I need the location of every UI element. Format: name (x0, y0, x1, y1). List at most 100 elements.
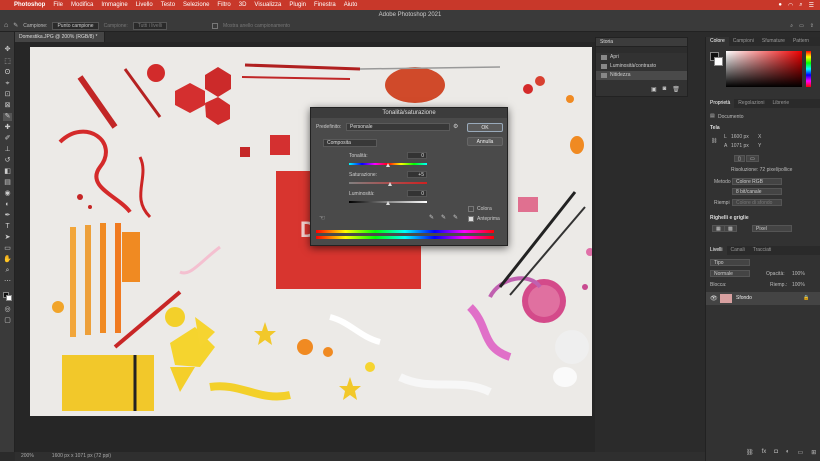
share-icon[interactable]: ⇪ (810, 23, 814, 29)
type-tool-icon[interactable]: T (3, 223, 12, 231)
tab-canali[interactable]: Canali (727, 246, 749, 255)
landscape-button[interactable]: ▭ (746, 155, 759, 162)
workspace-icon[interactable]: ▭ (799, 23, 804, 29)
menu-file[interactable]: File (53, 2, 63, 8)
snapshot-icon[interactable]: ◙ (663, 86, 667, 93)
trash-icon[interactable]: 🗑 (672, 86, 680, 93)
quick-mask-icon[interactable]: ◎ (3, 306, 12, 314)
width-value[interactable]: 1600 px (731, 134, 749, 140)
tab-regolazioni[interactable]: Regolazioni (734, 99, 768, 108)
shape-tool-icon[interactable]: ▭ (3, 245, 12, 253)
menu-selezione[interactable]: Selezione (183, 2, 209, 8)
opacity-value[interactable]: 100% (792, 271, 805, 277)
hue-slider-knob[interactable] (386, 163, 390, 167)
tab-tracciati[interactable]: Tracciati (749, 246, 776, 255)
menu-visualizza[interactable]: Visualizza (254, 2, 281, 8)
hand-tool-icon[interactable]: ✋ (3, 256, 12, 264)
document-tab[interactable]: Domestika.JPG @ 200% (RGB/8) * (15, 32, 105, 42)
eyedropper-tool-icon[interactable]: ✎ (13, 22, 18, 29)
menu-app[interactable]: Photoshop (14, 2, 45, 8)
ok-button[interactable]: OK (467, 123, 503, 132)
background-swatch[interactable] (714, 57, 723, 66)
sample-size-select[interactable]: Punto campione (52, 21, 99, 30)
blend-mode-select[interactable]: Normale (710, 270, 750, 277)
saturation-value-field[interactable]: +5 (407, 171, 427, 178)
screen-mode-icon[interactable]: ▢ (3, 317, 12, 325)
pen-tool-icon[interactable]: ✒ (3, 212, 12, 220)
layer-filter-select[interactable]: Tipo (710, 259, 750, 266)
creative-cloud-icon[interactable]: ● (778, 2, 782, 9)
fx-icon[interactable]: fx (762, 449, 767, 456)
menu-modifica[interactable]: Modifica (71, 2, 93, 8)
zoom-level[interactable]: 200% (21, 452, 34, 461)
path-select-icon[interactable]: ➤ (3, 234, 12, 242)
more-tools-icon[interactable]: ⋯ (3, 278, 12, 286)
color-field[interactable] (726, 51, 802, 87)
eraser-tool-icon[interactable]: ◧ (3, 168, 12, 176)
menu-livello[interactable]: Livello (136, 2, 153, 8)
lasso-tool-icon[interactable]: ʘ (3, 69, 12, 77)
group-icon[interactable]: ▭ (798, 449, 804, 456)
menu-immagine[interactable]: Immagine (101, 2, 127, 8)
tab-campioni[interactable]: Campioni (729, 37, 758, 46)
link-layers-icon[interactable]: ⛓ (746, 449, 754, 456)
wifi-icon[interactable]: ◠ (788, 2, 793, 9)
crop-tool-icon[interactable]: ⊡ (3, 91, 12, 99)
units-select[interactable]: Pixel (752, 225, 792, 232)
eyedropper-plus-icon[interactable]: ✎ (441, 214, 446, 221)
control-center-icon[interactable]: ☰ (809, 2, 814, 9)
hue-strip[interactable] (806, 51, 811, 87)
link-dimensions-icon[interactable]: ⛓ (711, 138, 717, 144)
tab-sfumature[interactable]: Sfumature (758, 37, 789, 46)
menu-finestra[interactable]: Finestra (314, 2, 336, 8)
channel-select[interactable]: Composita (323, 139, 377, 147)
colorize-checkbox[interactable] (468, 206, 474, 212)
frame-tool-icon[interactable]: ⊠ (3, 102, 12, 110)
bit-depth-select[interactable]: 8 bit/canale (732, 188, 782, 195)
gradient-tool-icon[interactable]: ▤ (3, 179, 12, 187)
history-item[interactable]: Nitidezza (596, 71, 687, 80)
hand-adjust-icon[interactable]: ☜ (319, 214, 325, 222)
new-document-icon[interactable]: ▣ (651, 86, 657, 93)
tab-colore[interactable]: Colore (706, 37, 729, 46)
move-tool-icon[interactable]: ✥ (3, 46, 12, 54)
history-tab[interactable]: Storia (596, 38, 687, 47)
tab-livelli[interactable]: Livelli (706, 246, 727, 255)
layer-row[interactable]: 👁 Sfondo 🔒 (706, 292, 820, 305)
adjustment-icon[interactable]: ◐ (786, 449, 790, 456)
history-item[interactable]: Luminosità/contrasto (596, 62, 687, 71)
healing-tool-icon[interactable]: ✚ (3, 124, 12, 132)
lightness-value-field[interactable]: 0 (407, 190, 427, 197)
mode-select[interactable]: Colore RGB (732, 178, 782, 185)
menu-testo[interactable]: Testo (161, 2, 175, 8)
search-icon[interactable]: ⌕ (790, 23, 793, 29)
tab-pattern[interactable]: Pattern (789, 37, 813, 46)
fill-select[interactable]: Colore di sfondo (732, 199, 782, 206)
fill-opacity-value[interactable]: 100% (792, 282, 805, 288)
grid-icon[interactable]: ▩ (724, 225, 737, 232)
show-ring-checkbox[interactable] (212, 22, 219, 29)
cancel-button[interactable]: Annulla (467, 137, 503, 146)
visibility-eye-icon[interactable]: 👁 (710, 295, 718, 302)
preset-select[interactable]: Personale (346, 123, 450, 131)
ruler-icon[interactable]: ▦ (712, 225, 725, 232)
tab-librerie[interactable]: Librerie (768, 99, 793, 108)
zoom-tool-icon[interactable]: ⌕ (3, 267, 12, 275)
brush-tool-icon[interactable]: ✐ (3, 135, 12, 143)
lightness-slider-knob[interactable] (386, 201, 390, 205)
stamp-tool-icon[interactable]: ⊥ (3, 146, 12, 154)
eyedropper-icon[interactable]: ✎ (429, 214, 434, 221)
portrait-button[interactable]: ▯ (734, 155, 745, 162)
quick-select-tool-icon[interactable]: ⌖ (3, 80, 12, 88)
menu-filtro[interactable]: Filtro (217, 2, 230, 8)
new-layer-icon[interactable]: ⊞ (811, 449, 816, 456)
history-brush-icon[interactable]: ↺ (3, 157, 12, 165)
blur-tool-icon[interactable]: ◉ (3, 190, 12, 198)
sample-layers-select[interactable]: Tutti i livelli (132, 21, 168, 30)
marquee-tool-icon[interactable]: ⬚ (3, 58, 12, 66)
background-color-swatch[interactable] (6, 295, 12, 301)
mask-icon[interactable]: ◘ (774, 449, 778, 456)
search-icon[interactable]: ⌕ (799, 2, 802, 9)
height-value[interactable]: 1071 px (731, 143, 749, 149)
preview-checkbox[interactable] (468, 216, 474, 222)
